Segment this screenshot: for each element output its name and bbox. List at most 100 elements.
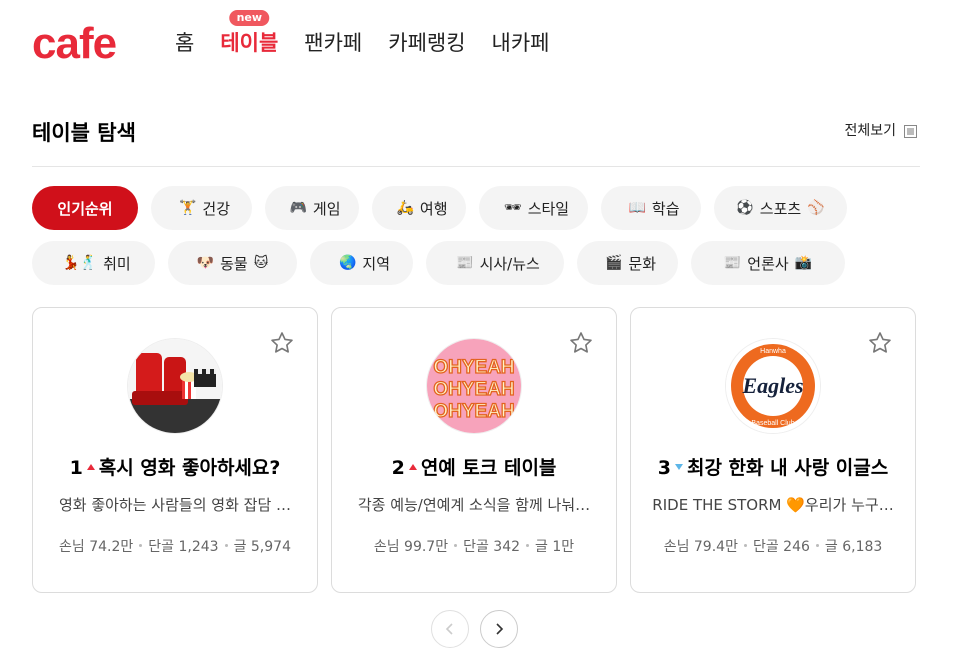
star-icon[interactable] [269,330,295,356]
star-icon[interactable] [568,330,594,356]
chip-label: 취미 [103,254,131,273]
chip-popular[interactable]: 인기순위 [32,186,138,230]
nav-fancafe[interactable]: 팬카페 [304,28,362,58]
star-icon[interactable] [867,330,893,356]
nav-label: 카페랭킹 [388,31,466,55]
view-all-label: 전체보기 [844,123,896,139]
svg-text:Hanwha: Hanwha [760,348,786,355]
rank-up-icon [408,464,417,470]
svg-text:Baseball Club: Baseball Club [751,420,794,427]
chip-style[interactable]: 🕶 스타일 [479,186,588,230]
chip-label: 게임 [312,199,341,218]
chip-news[interactable]: 📰 시사/뉴스 [426,241,564,285]
chip-label: 여행 [419,199,448,218]
card-title: 1 혹시 영화 좋아하세요? [33,454,317,482]
chip-label: 스포츠 [759,199,802,218]
baseball-icon: ⚾ [807,200,825,216]
chip-health[interactable]: 🏋 건강 [151,186,252,230]
chip-study[interactable]: 📖 학습 [601,186,701,230]
chip-label: 학습 [651,199,680,218]
chip-animal[interactable]: 🐶 동물 🐱 [168,241,297,285]
separator-dot [454,544,458,547]
nav-label: 홈 [175,31,195,55]
table-card[interactable]: 1 혹시 영화 좋아하세요? 영화 좋아하는 사람들의 영화 잡담 … 손님 74… [32,307,318,593]
regulars-count: 단골 342 [463,539,521,555]
nav-label: 팬카페 [304,31,363,55]
chip-label: 건강 [202,199,231,218]
posts-count: 글 1만 [535,539,575,555]
nav-table[interactable]: new 테이블 [220,10,279,58]
nav-cafe-ranking[interactable]: 카페랭킹 [388,28,465,58]
rank-up-icon [86,464,95,470]
view-all-button[interactable]: 전체보기 [844,121,917,141]
chip-label: 스타일 [527,199,570,218]
eagles-logo: Hanwha Baseball Club Eagles [726,339,820,433]
regulars-count: 단골 1,243 [148,539,219,555]
card-title-text: 연예 토크 테이블 [420,457,557,479]
chip-travel[interactable]: 🛵 여행 [372,186,466,230]
separator-dot [815,544,819,547]
chip-label: 지역 [362,254,391,273]
chip-row: 💃🕺 취미 🐶 동물 🐱 🌏 지역 📰 시사/뉴스 🎬 문화 📰 언론사 📸 [32,241,922,285]
chip-press[interactable]: 📰 언론사 📸 [691,241,845,285]
chip-sports[interactable]: ⚽ 스포츠 ⚾ [714,186,847,230]
separator-dot [526,544,530,547]
chip-culture[interactable]: 🎬 문화 [577,241,678,285]
posts-count: 글 6,183 [824,539,883,555]
table-card[interactable]: Hanwha Baseball Club Eagles 3 최강 한화 내 사랑 … [630,307,916,593]
separator-dot [139,544,143,547]
nav-my-cafe[interactable]: 내카페 [492,28,550,58]
cat-icon: 🐱 [253,255,269,271]
nav-label: 테이블 [220,31,279,55]
chip-hobby[interactable]: 💃🕺 취미 [32,241,155,285]
prev-button[interactable] [431,610,469,648]
card-stats: 손님 79.4만 단골 246 글 6,183 [631,537,915,557]
travel-icon: 🛵 [396,200,414,216]
health-icon: 🏋 [178,200,197,216]
newspaper-icon: 📰 [456,255,474,271]
chevron-left-icon [445,623,453,635]
table-card[interactable]: OHYEAH OHYEAH OHYEAH 2 연예 토크 테이블 각종 예능/연예… [331,307,617,593]
chip-label: 언론사 [747,254,789,273]
card-description: 영화 좋아하는 사람들의 영화 잡담 … [58,496,292,514]
divider [32,166,920,167]
regulars-count: 단골 246 [752,539,810,555]
card-stats: 손님 99.7만 단골 342 글 1만 [332,537,616,557]
posts-count: 글 5,974 [233,539,291,555]
rank-down-icon [674,464,683,470]
rank-number: 2 [391,457,405,479]
chip-label: 인기순위 [57,199,113,218]
svg-text:OHYEAH: OHYEAH [433,401,514,422]
main-nav: 홈 new 테이블 팬카페 카페랭킹 내카페 [175,10,576,58]
card-title: 3 최강 한화 내 사랑 이글스 [631,454,915,482]
table-cards: 1 혹시 영화 좋아하세요? 영화 좋아하는 사람들의 영화 잡담 … 손님 74… [32,307,916,593]
clapper-icon: 🎬 [604,255,623,271]
chip-game[interactable]: 🎮 게임 [265,186,359,230]
category-chips: 인기순위 🏋 건강 🎮 게임 🛵 여행 🕶 스타일 📖 학습 ⚽ 스포츠 ⚾ 💃🕺 취미 🐶 동물… [32,186,922,296]
game-icon: 🎮 [289,200,307,216]
visitors-count: 손님 99.7만 [373,539,449,555]
svg-text:OHYEAH: OHYEAH [433,379,514,400]
card-title-text: 혹시 영화 좋아하세요? [98,457,281,479]
cafe-logo[interactable]: cafe [32,18,117,70]
grid-icon [904,124,917,138]
new-badge: new [229,10,270,26]
section-title: 테이블 탐색 [32,121,136,145]
separator-dot [743,544,747,547]
separator-dot [224,544,228,547]
chip-region[interactable]: 🌏 지역 [310,241,413,285]
cinema-seat-icon [128,339,222,433]
nav-home[interactable]: 홈 [175,28,194,58]
chip-label: 시사/뉴스 [479,254,540,273]
card-title: 2 연예 토크 테이블 [332,454,616,482]
table-thumbnail: Hanwha Baseball Club Eagles [725,338,821,434]
nav-label: 내카페 [491,31,550,55]
soccer-ball-icon: ⚽ [736,200,754,216]
chevron-right-icon [496,623,504,635]
svg-text:Eagles: Eagles [741,373,803,398]
visitors-count: 손님 79.4만 [663,539,738,555]
visitors-count: 손님 74.2만 [59,539,134,555]
camera-icon: 📸 [794,255,813,271]
next-button[interactable] [480,610,518,648]
dancer-icon: 💃🕺 [62,255,98,271]
